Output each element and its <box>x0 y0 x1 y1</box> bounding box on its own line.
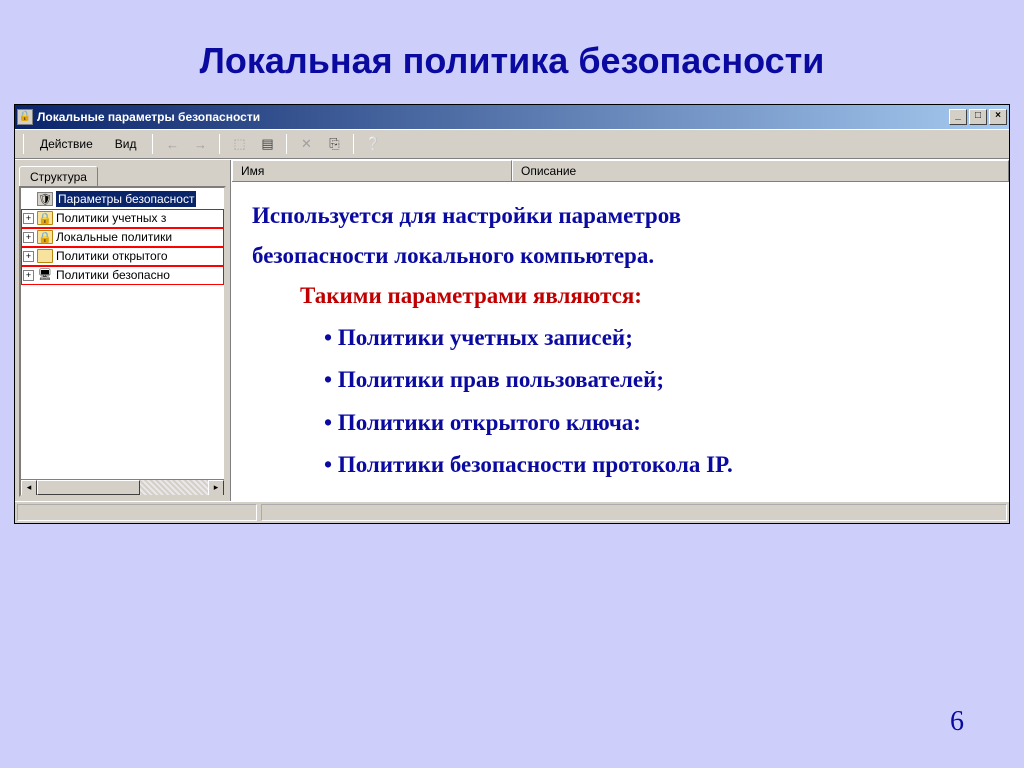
back-button[interactable]: ← <box>161 133 183 155</box>
export-icon[interactable]: ⎘ <box>323 133 345 155</box>
minimize-button[interactable]: _ <box>949 109 967 125</box>
subheading: Такими параметрами являются: <box>300 283 989 309</box>
list-header: Имя Описание <box>232 160 1009 182</box>
tree-node-root[interactable]: 🛡 Параметры безопасност <box>21 190 224 209</box>
tree-view[interactable]: 🛡 Параметры безопасност + 🔒 Политики уче… <box>19 186 226 497</box>
forward-button[interactable]: → <box>189 133 211 155</box>
close-button[interactable]: × <box>989 109 1007 125</box>
scroll-track[interactable] <box>37 480 208 495</box>
scroll-thumb[interactable] <box>37 480 140 495</box>
node-label: Политики открытого <box>56 249 168 263</box>
folder-icon <box>37 249 53 263</box>
tree-node-publickey[interactable]: + Политики открытого <box>21 247 224 266</box>
page-number: 6 <box>950 706 964 738</box>
node-label: Параметры безопасност <box>56 191 196 207</box>
scroll-right-button[interactable]: ▸ <box>208 480 224 496</box>
expander-icon[interactable]: + <box>23 270 34 281</box>
tree-pane: Структура 🛡 Параметры безопасност + 🔒 По… <box>15 160 231 501</box>
window-title: Локальные параметры безопасности <box>37 110 260 124</box>
slide-title: Локальная политика безопасности <box>0 0 1024 104</box>
list-pane: Имя Описание Используется для настройки … <box>231 160 1009 501</box>
expander-icon <box>23 194 34 205</box>
properties-icon[interactable]: ▤ <box>256 133 278 155</box>
description-line1: Используется для настройки параметров <box>252 196 989 236</box>
tree-node-accounts[interactable]: + 🔒 Политики учетных з <box>21 209 224 228</box>
tree-node-local[interactable]: + 🔒 Локальные политики <box>21 228 224 247</box>
expander-icon[interactable]: + <box>23 232 34 243</box>
node-label: Политики учетных з <box>56 211 166 225</box>
up-icon[interactable]: ⬚ <box>228 133 250 155</box>
horizontal-scrollbar[interactable]: ◂ ▸ <box>21 479 224 495</box>
ipsec-icon: 🖥 <box>37 268 53 282</box>
locked-folder-icon: 🔒 <box>37 230 53 244</box>
status-cell <box>17 504 257 521</box>
expander-icon[interactable]: + <box>23 213 34 224</box>
expander-icon[interactable]: + <box>23 251 34 262</box>
description-line2: безопасности локального компьютера. <box>252 236 989 276</box>
tree-node-ipsec[interactable]: + 🖥 Политики безопасно <box>21 266 224 285</box>
menu-action[interactable]: Действие <box>32 135 101 153</box>
titlebar[interactable]: 🔒 Локальные параметры безопасности _ □ × <box>15 105 1009 129</box>
node-label: Политики безопасно <box>56 268 170 282</box>
app-icon: 🔒 <box>17 109 33 125</box>
column-name[interactable]: Имя <box>232 160 512 181</box>
app-window: 🔒 Локальные параметры безопасности _ □ ×… <box>14 104 1010 524</box>
menu-view[interactable]: Вид <box>107 135 145 153</box>
scroll-left-button[interactable]: ◂ <box>21 480 37 496</box>
maximize-button[interactable]: □ <box>969 109 987 125</box>
delete-icon[interactable]: ✕ <box>295 133 317 155</box>
status-cell <box>261 504 1007 521</box>
bullet-item: Политики учетных записей; <box>324 317 989 360</box>
tab-structure[interactable]: Структура <box>19 166 98 187</box>
bullet-item: Политики прав пользователей; <box>324 359 989 402</box>
node-label: Локальные политики <box>56 230 172 244</box>
help-icon[interactable]: ❔ <box>362 133 384 155</box>
shield-icon: 🛡 <box>37 192 53 206</box>
locked-folder-icon: 🔒 <box>37 211 53 225</box>
bullet-item: Политики безопасности протокола IP. <box>324 444 989 487</box>
content-overlay: Используется для настройки параметров бе… <box>232 182 1009 501</box>
statusbar <box>15 501 1009 523</box>
column-desc[interactable]: Описание <box>512 160 1009 181</box>
toolbar: Действие Вид ← → ⬚ ▤ ✕ ⎘ ❔ <box>15 129 1009 159</box>
bullet-item: Политики открытого ключа: <box>324 402 989 445</box>
